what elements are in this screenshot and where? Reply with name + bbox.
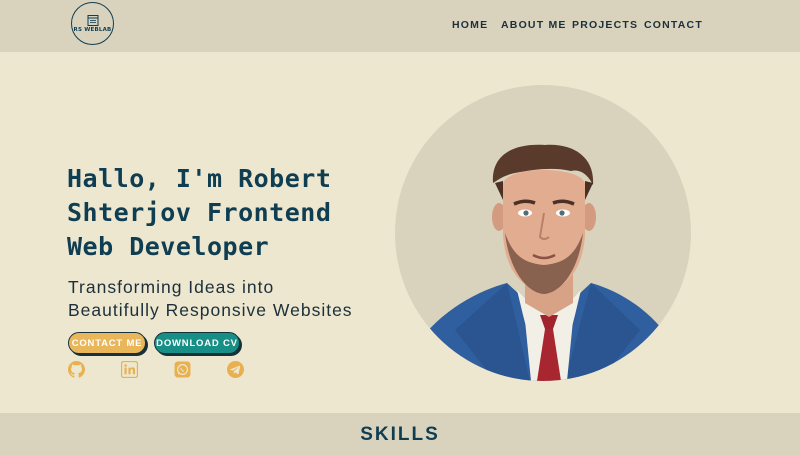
linkedin-icon	[121, 361, 138, 378]
skills-heading: SKILLS	[360, 424, 440, 445]
contact-me-button[interactable]: CONTACT ME	[68, 332, 146, 354]
hero-title-line: Shterjov Frontend	[67, 198, 332, 227]
hero-title-line: Web Developer	[67, 232, 270, 261]
whatsapp-icon	[174, 361, 191, 378]
portrait-illustration	[415, 144, 675, 381]
github-icon	[68, 361, 85, 378]
hero-title-line: Hallo, I'm Robert	[67, 164, 332, 193]
linkedin-link[interactable]	[121, 361, 138, 378]
hero-subtitle-line: Transforming Ideas into	[68, 277, 275, 297]
hero-title: Hallo, I'm Robert Shterjov Frontend Web …	[67, 162, 387, 264]
telegram-link[interactable]	[227, 361, 244, 378]
whatsapp-link[interactable]	[174, 361, 191, 378]
portrait-photo	[395, 85, 691, 381]
download-cv-button[interactable]: DOWNLOAD CV	[154, 332, 240, 354]
nav-contact-link[interactable]: CONTACT	[644, 19, 703, 31]
nav-home-link[interactable]: HOME	[452, 19, 488, 31]
navbar: RS WEBLAB HOME ABOUT ME PROJECTS CONTACT	[0, 0, 800, 52]
main-nav: HOME ABOUT ME PROJECTS CONTACT	[0, 19, 800, 33]
nav-projects-link[interactable]: PROJECTS	[572, 19, 638, 31]
nav-about-link[interactable]: ABOUT ME	[501, 19, 567, 31]
telegram-icon	[227, 361, 244, 378]
hero-subtitle-line: Beautifully Responsive Websites	[68, 300, 353, 320]
hero-subtitle: Transforming Ideas into Beautifully Resp…	[68, 276, 398, 322]
github-link[interactable]	[68, 361, 85, 378]
